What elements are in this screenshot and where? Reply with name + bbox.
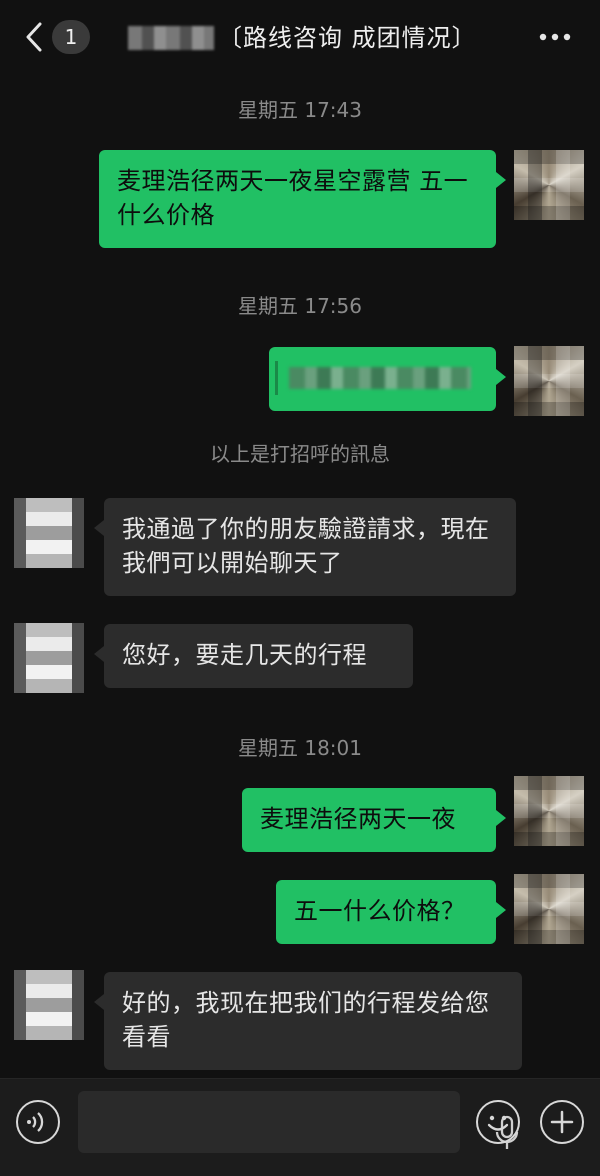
sent-message[interactable]: 麦理浩径两天一夜星空露营 五一什么价格 — [99, 150, 506, 248]
my-avatar[interactable] — [514, 874, 584, 944]
timestamp: 星期五 17:56 — [238, 294, 362, 318]
my-avatar[interactable] — [514, 776, 584, 846]
chat-header: 1 〔路线咨询 成团情况〕 — [0, 0, 600, 76]
sent-message[interactable]: 麦理浩径两天一夜 — [242, 788, 506, 852]
plus-icon — [550, 1110, 574, 1134]
message-input[interactable] — [78, 1091, 519, 1153]
input-bar — [0, 1078, 600, 1176]
sent-message[interactable]: 五一什么价格？ — [276, 880, 506, 944]
contact-avatar[interactable] — [14, 623, 84, 693]
timestamp: 星期五 17:43 — [238, 98, 362, 122]
blurred-link-content — [289, 367, 471, 389]
unread-count-badge[interactable]: 1 — [52, 20, 90, 54]
sent-link-message[interactable] — [269, 347, 506, 411]
my-avatar[interactable] — [514, 346, 584, 416]
received-message[interactable]: 好的，我现在把我们的行程发给您看看 — [94, 972, 522, 1070]
received-message[interactable]: 我通過了你的朋友驗證請求，現在我們可以開始聊天了 — [94, 498, 516, 596]
chat-title: 〔路线咨询 成团情况〕 — [218, 24, 477, 52]
timestamp: 星期五 18:01 — [238, 736, 362, 760]
my-avatar[interactable] — [514, 150, 584, 220]
received-message[interactable]: 您好，要走几天的行程 — [94, 624, 413, 688]
system-note: 以上是打招呼的訊息 — [210, 442, 390, 466]
plus-button[interactable] — [540, 1100, 584, 1144]
voice-mode-icon — [27, 1112, 44, 1132]
contact-avatar[interactable] — [14, 970, 84, 1040]
emoji-icon — [487, 1115, 509, 1131]
quote-bar — [275, 361, 278, 395]
more-dots-icon[interactable] — [536, 24, 574, 50]
blurred-contact-name — [128, 26, 214, 50]
contact-avatar[interactable] — [14, 498, 84, 568]
chevron-left-icon[interactable] — [22, 20, 52, 54]
emoji-button[interactable] — [476, 1100, 520, 1144]
voice-mode-button[interactable] — [16, 1100, 60, 1144]
